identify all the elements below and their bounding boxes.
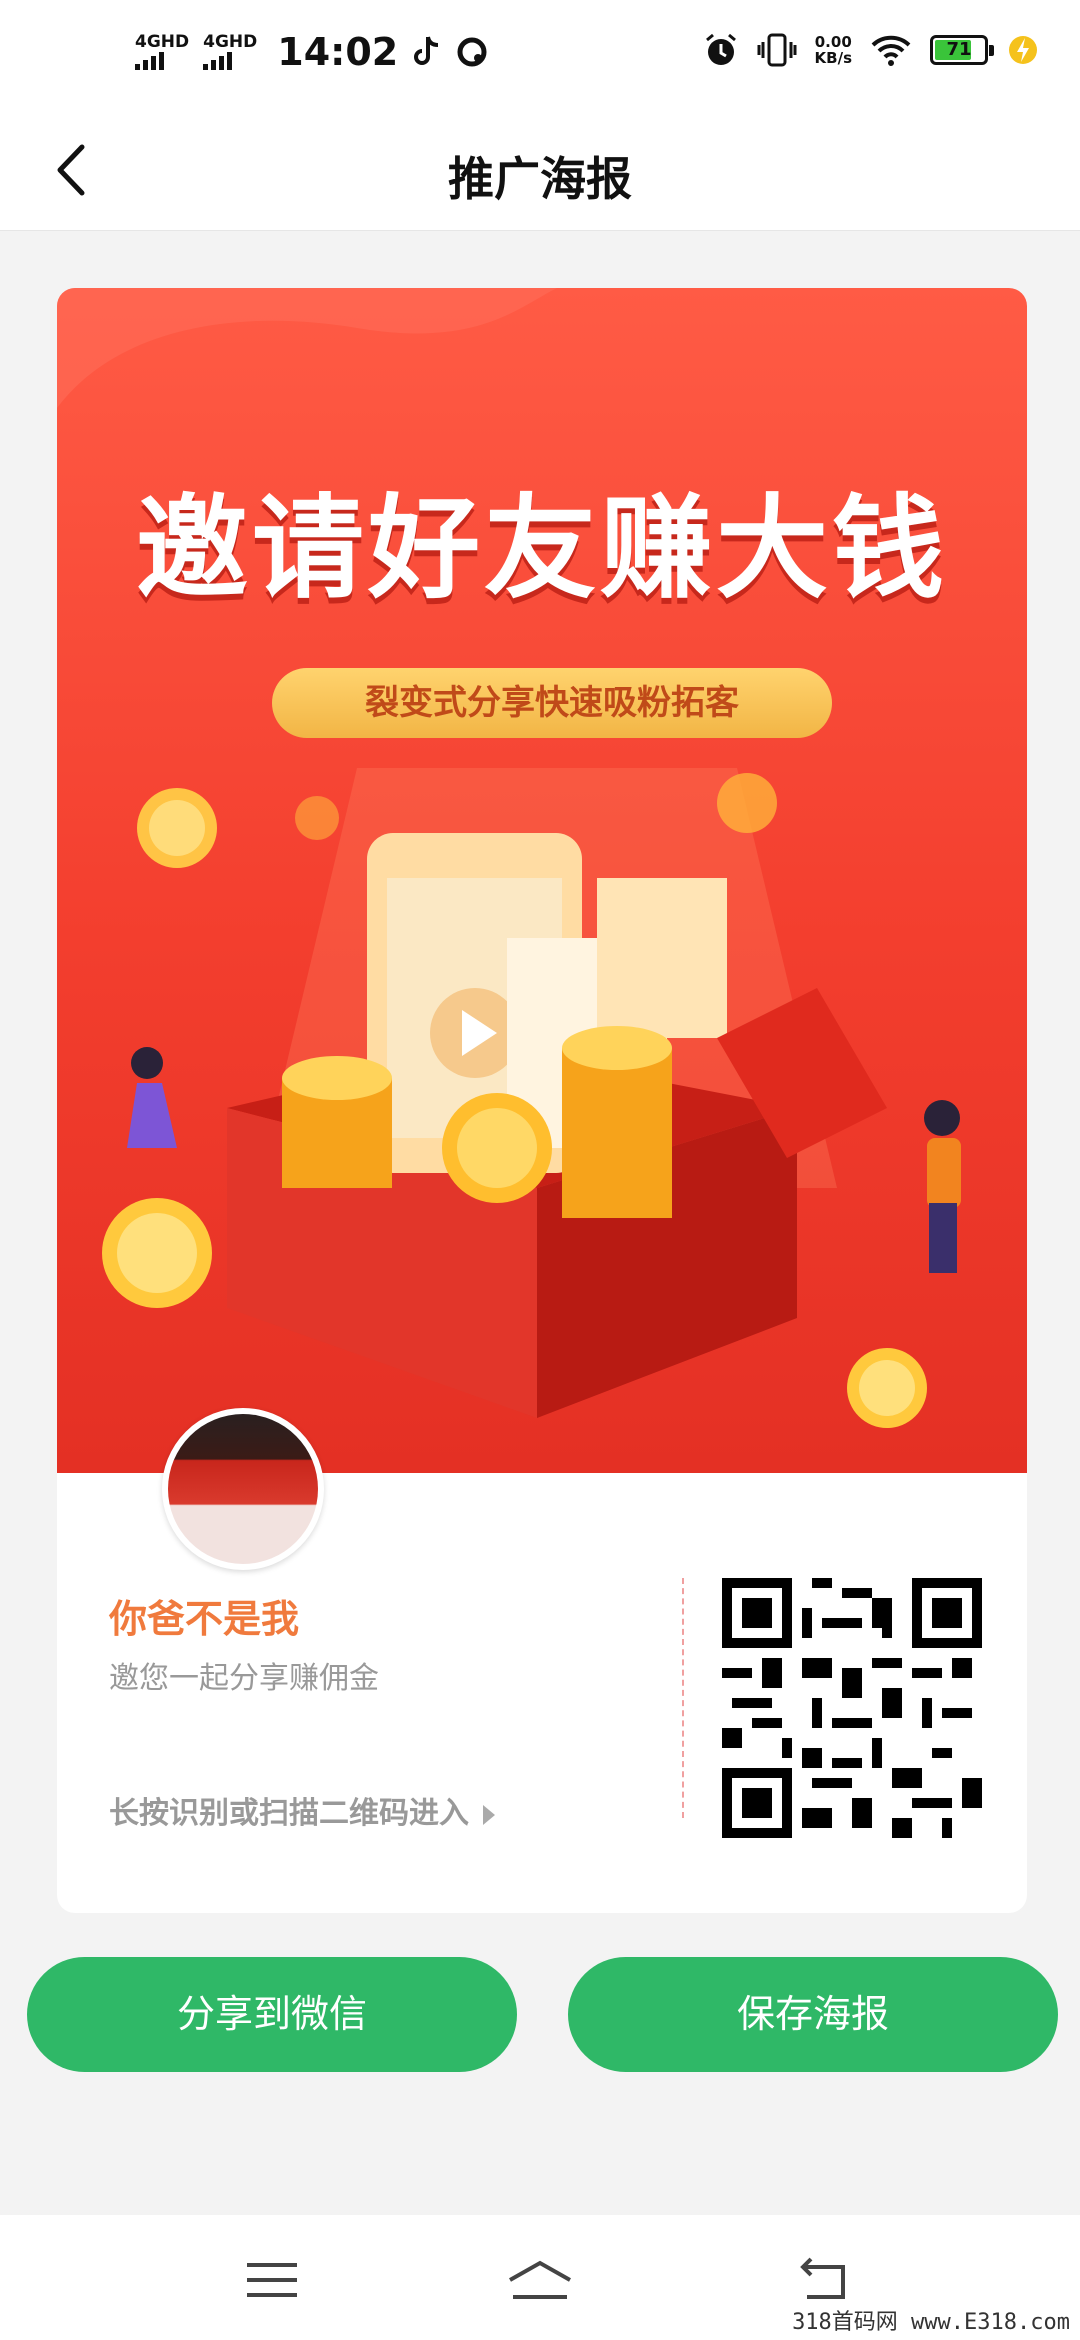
back-nav-icon[interactable] [795, 2255, 855, 2305]
dashed-divider [682, 1578, 684, 1818]
poster-subtitle-pill: 裂变式分享快速吸粉拓客 [272, 668, 832, 738]
qr-code[interactable] [722, 1578, 982, 1838]
avatar [162, 1408, 324, 1570]
system-nav-bar: 318首码网 www.E318.com [0, 2215, 1080, 2340]
user-name: 你爸不是我 [109, 1597, 300, 1641]
clock: 14:02 [277, 30, 399, 74]
chevron-right-icon [483, 1804, 495, 1825]
invite-text: 邀您一起分享赚佣金 [109, 1661, 379, 1696]
tiktok-icon [414, 36, 439, 65]
signal-1: 4GHD [135, 34, 189, 70]
scan-hint-label: 长按识别或扫描二维码进入 [109, 1796, 469, 1831]
save-poster-button[interactable]: 保存海报 [568, 1957, 1058, 2072]
poster-banner: 邀请好友赚大钱 裂变式分享快速吸粉拓客 [57, 288, 1027, 1473]
vibrate-icon [757, 33, 797, 67]
watermark: 318首码网 www.E318.com [792, 2310, 1070, 2335]
alarm-icon [705, 33, 736, 65]
network-speed: 0.00 KB/s [815, 34, 852, 66]
menu-icon[interactable] [242, 2255, 302, 2305]
app-header: 推广海报 [0, 115, 1080, 231]
network-label-2: 4GHD [203, 32, 258, 52]
scan-hint: 长按识别或扫描二维码进入 [109, 1788, 495, 1832]
wifi-icon [871, 35, 911, 66]
charging-icon [1009, 36, 1037, 64]
signal-bars-icon [135, 50, 164, 70]
signal-2: 4GHD [203, 34, 257, 70]
signal-bars-icon [203, 50, 233, 70]
page-title: 推广海报 [448, 152, 632, 206]
app-notification-icon [457, 37, 487, 67]
network-label-1: 4GHD [135, 32, 190, 52]
share-wechat-button[interactable]: 分享到微信 [27, 1957, 517, 2072]
home-icon[interactable] [505, 2255, 575, 2305]
poster-headline: 邀请好友赚大钱 [136, 484, 948, 614]
status-left: 4GHD 4GHD 14:02 [135, 30, 488, 74]
status-right: 0.00 KB/s 71 [703, 32, 1040, 68]
battery-icon: 71 [930, 35, 994, 65]
speed-unit: KB/s [814, 49, 852, 67]
speed-value: 0.00 [814, 33, 852, 51]
status-bar: 4GHD 4GHD 14:02 0.00 KB/s 71 [0, 0, 1080, 115]
promo-poster[interactable]: 邀请好友赚大钱 裂变式分享快速吸粉拓客 你爸不是我 邀您一起分享赚佣金 长按识别… [57, 288, 1027, 1913]
battery-level: 71 [946, 39, 972, 60]
